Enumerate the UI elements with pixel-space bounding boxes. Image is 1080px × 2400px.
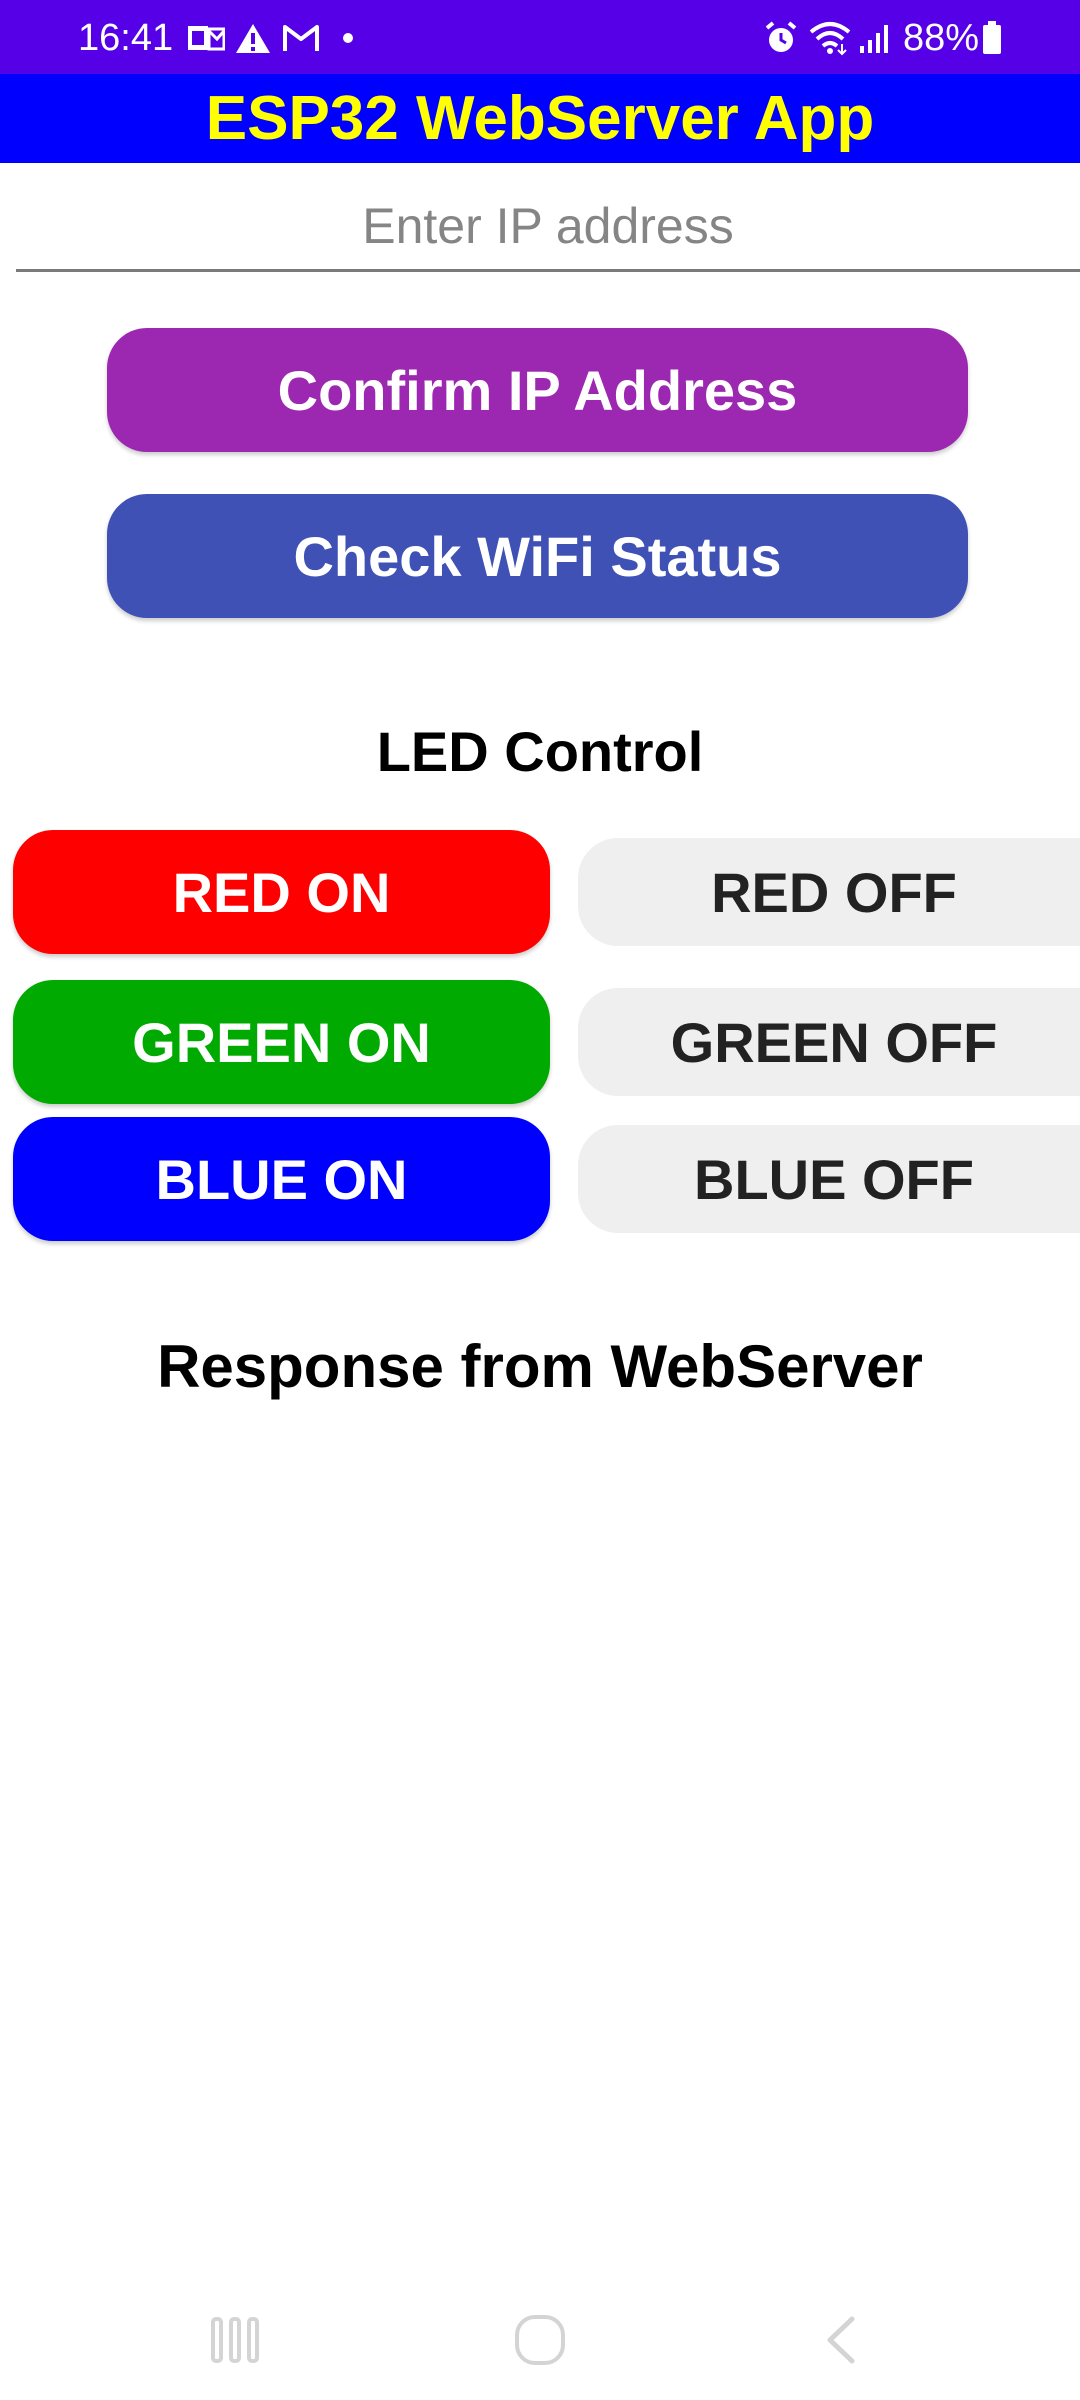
check-wifi-status-button[interactable]: Check WiFi Status [107, 494, 968, 618]
battery-percentage: 88% [903, 17, 980, 59]
recent-apps-icon[interactable] [200, 2310, 270, 2370]
ip-address-input[interactable] [16, 182, 1080, 272]
alarm-icon [762, 20, 800, 56]
navigation-bar [0, 2280, 1080, 2400]
outlook-icon [186, 20, 226, 56]
battery-icon [980, 20, 1004, 56]
blue-off-button-label: BLUE OFF [694, 1147, 974, 1211]
green-on-button-label: GREEN ON [132, 1010, 431, 1074]
status-time: 16:41 [78, 17, 174, 59]
red-off-button[interactable]: RED OFF [578, 838, 1080, 946]
red-on-button[interactable]: RED ON [13, 830, 550, 954]
notification-dot-icon [338, 20, 358, 56]
red-on-button-label: RED ON [172, 860, 391, 924]
check-wifi-status-button-label: Check WiFi Status [293, 524, 782, 588]
led-control-title: LED Control [376, 720, 704, 783]
home-icon[interactable] [505, 2310, 575, 2370]
back-icon[interactable] [805, 2310, 875, 2370]
confirm-ip-button[interactable]: Confirm IP Address [107, 328, 968, 452]
app-screen: 16:41 88% ESP32 WebServer App Enter IP a… [0, 0, 1080, 2400]
app-title: ESP32 WebServer App [205, 83, 875, 153]
blue-off-button[interactable]: BLUE OFF [578, 1125, 1080, 1233]
blue-on-button-label: BLUE ON [155, 1147, 408, 1211]
status-bar: 16:41 88% [0, 0, 1080, 74]
green-off-button[interactable]: GREEN OFF [578, 988, 1080, 1096]
confirm-ip-button-label: Confirm IP Address [277, 358, 798, 422]
signal-icon [857, 20, 893, 56]
app-bar: ESP32 WebServer App [0, 74, 1080, 163]
red-off-button-label: RED OFF [711, 860, 957, 924]
wifi-icon [808, 20, 852, 56]
blue-on-button[interactable]: BLUE ON [13, 1117, 550, 1241]
warning-icon [234, 20, 272, 56]
green-on-button[interactable]: GREEN ON [13, 980, 550, 1104]
response-title: Response from WebServer [157, 1333, 923, 1400]
gmail-icon [281, 20, 321, 56]
green-off-button-label: GREEN OFF [670, 1010, 998, 1074]
